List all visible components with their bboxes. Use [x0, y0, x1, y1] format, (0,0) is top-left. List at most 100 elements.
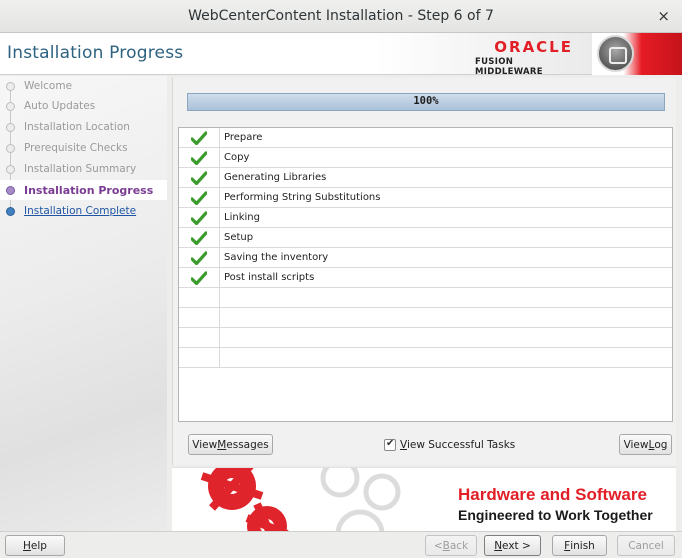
oracle-logo-word: ORACLE [494, 38, 573, 56]
task-row: Generating Libraries [179, 168, 672, 188]
check-icon [191, 191, 207, 205]
task-name: Setup [224, 232, 254, 243]
header-band: Installation Progress ORACLE FUSION MIDD… [0, 33, 682, 77]
empty-status-cell [179, 288, 220, 308]
task-row: Performing String Substitutions [179, 188, 672, 208]
step-done-icon [6, 122, 15, 132]
check-icon [191, 231, 207, 245]
empty-status-cell [179, 328, 220, 348]
nav-step-label: Installation Progress [24, 183, 154, 197]
steps-navigation: Welcome Auto Updates Installation Locati… [0, 76, 167, 531]
task-status-cell [179, 248, 220, 268]
task-name: Performing String Substitutions [224, 192, 381, 203]
task-status-cell [179, 208, 220, 228]
nav-step-installation-location: Installation Location [0, 117, 167, 137]
gears-graphic [200, 468, 401, 531]
task-table: Prepare Copy Generating Libraries Performin… [178, 127, 673, 422]
progress-bar: 100% [187, 93, 665, 111]
mnemonic: N [494, 539, 503, 552]
empty-task-row [179, 308, 672, 328]
nav-step-installation-progress: Installation Progress [0, 180, 167, 200]
task-status-cell [179, 128, 220, 148]
task-row: Saving the inventory [179, 248, 672, 268]
step-done-icon [6, 101, 15, 111]
task-name: Prepare [224, 132, 263, 143]
oracle-logo: ORACLE FUSION MIDDLEWARE [475, 38, 585, 77]
button-label: View [192, 438, 218, 451]
help-button[interactable]: Help [5, 535, 65, 556]
button-label: View [623, 438, 649, 451]
nav-step-welcome: Welcome [0, 76, 167, 96]
task-name: Copy [224, 152, 250, 163]
back-button[interactable]: < Back [425, 535, 477, 556]
button-label: Cancel [628, 539, 664, 552]
progress-percent: 100% [413, 95, 439, 107]
wizard-footer: Help < Back Next > Finish Cancel [0, 531, 682, 558]
checkbox-label: View Successful Tasks [400, 439, 516, 451]
mnemonic: M [217, 438, 227, 451]
step-done-icon [6, 143, 15, 153]
mnemonic: H [23, 539, 31, 552]
mnemonic: B [442, 539, 450, 552]
task-name: Generating Libraries [224, 172, 327, 183]
view-successful-tasks-checkbox[interactable]: View Successful Tasks [384, 437, 515, 453]
empty-task-row [179, 288, 672, 308]
button-label: inish [570, 539, 595, 552]
page-title: Installation Progress [7, 43, 184, 63]
nav-step-label: Prerequisite Checks [24, 142, 128, 154]
task-status-cell [179, 188, 220, 208]
button-label: ack [449, 539, 469, 552]
nav-step-installation-summary: Installation Summary [0, 159, 167, 179]
oracle-logo-subtitle: FUSION MIDDLEWARE [475, 57, 543, 77]
view-log-button[interactable]: View Log [619, 434, 672, 455]
nav-step-label: Welcome [24, 80, 73, 92]
task-name: Linking [224, 212, 260, 223]
task-status-cell [179, 168, 220, 188]
oracle-banner: Hardware and Software Engineered to Work… [172, 467, 676, 531]
empty-status-cell [179, 308, 220, 328]
empty-task-row [179, 328, 672, 348]
task-row: Post install scripts [179, 268, 672, 288]
view-messages-button[interactable]: View Messages [188, 434, 273, 455]
check-icon [191, 171, 207, 185]
nav-step-label: Installation Location [24, 121, 130, 133]
close-icon[interactable]: × [657, 7, 670, 25]
finish-button[interactable]: Finish [552, 535, 607, 556]
window-title: WebCenterContent Installation - Step 6 o… [188, 8, 494, 24]
next-button[interactable]: Next > [484, 535, 541, 556]
check-icon [191, 251, 207, 265]
button-label: ext > [502, 539, 531, 552]
step-current-icon [6, 185, 15, 195]
task-status-cell [179, 148, 220, 168]
nav-step-label: Installation Summary [24, 163, 137, 175]
button-label: og [654, 438, 668, 451]
check-icon [191, 131, 207, 145]
nav-step-label[interactable]: Installation Complete [24, 205, 136, 217]
banner-headline: Hardware and Software [458, 485, 647, 504]
task-name: Post install scripts [224, 272, 315, 283]
nav-step-auto-updates: Auto Updates [0, 96, 167, 116]
content-panel: 100% Prepare Copy Generating Libraries Perf… [172, 78, 676, 465]
nav-step-label: Auto Updates [24, 100, 96, 112]
window-titlebar: WebCenterContent Installation - Step 6 o… [0, 0, 682, 33]
task-row: Copy [179, 148, 672, 168]
task-status-cell [179, 228, 220, 248]
task-name: Saving the inventory [224, 252, 329, 263]
check-icon [191, 271, 207, 285]
task-row: Prepare [179, 128, 672, 148]
nav-step-prerequisite-checks: Prerequisite Checks [0, 138, 167, 158]
task-row: Linking [179, 208, 672, 228]
step-done-icon [6, 164, 15, 174]
empty-status-cell [179, 348, 220, 368]
button-label: essages [226, 438, 269, 451]
empty-task-row [179, 348, 672, 368]
cancel-button[interactable]: Cancel [617, 535, 675, 556]
button-label: < [433, 539, 443, 552]
checkbox-checked-icon[interactable] [384, 438, 396, 451]
check-icon [191, 151, 207, 165]
button-label: elp [30, 539, 47, 552]
nav-step-installation-complete[interactable]: Installation Complete [0, 201, 167, 221]
step-next-icon [6, 206, 15, 216]
oracle-badge-icon [597, 35, 634, 72]
step-done-icon [6, 81, 15, 91]
